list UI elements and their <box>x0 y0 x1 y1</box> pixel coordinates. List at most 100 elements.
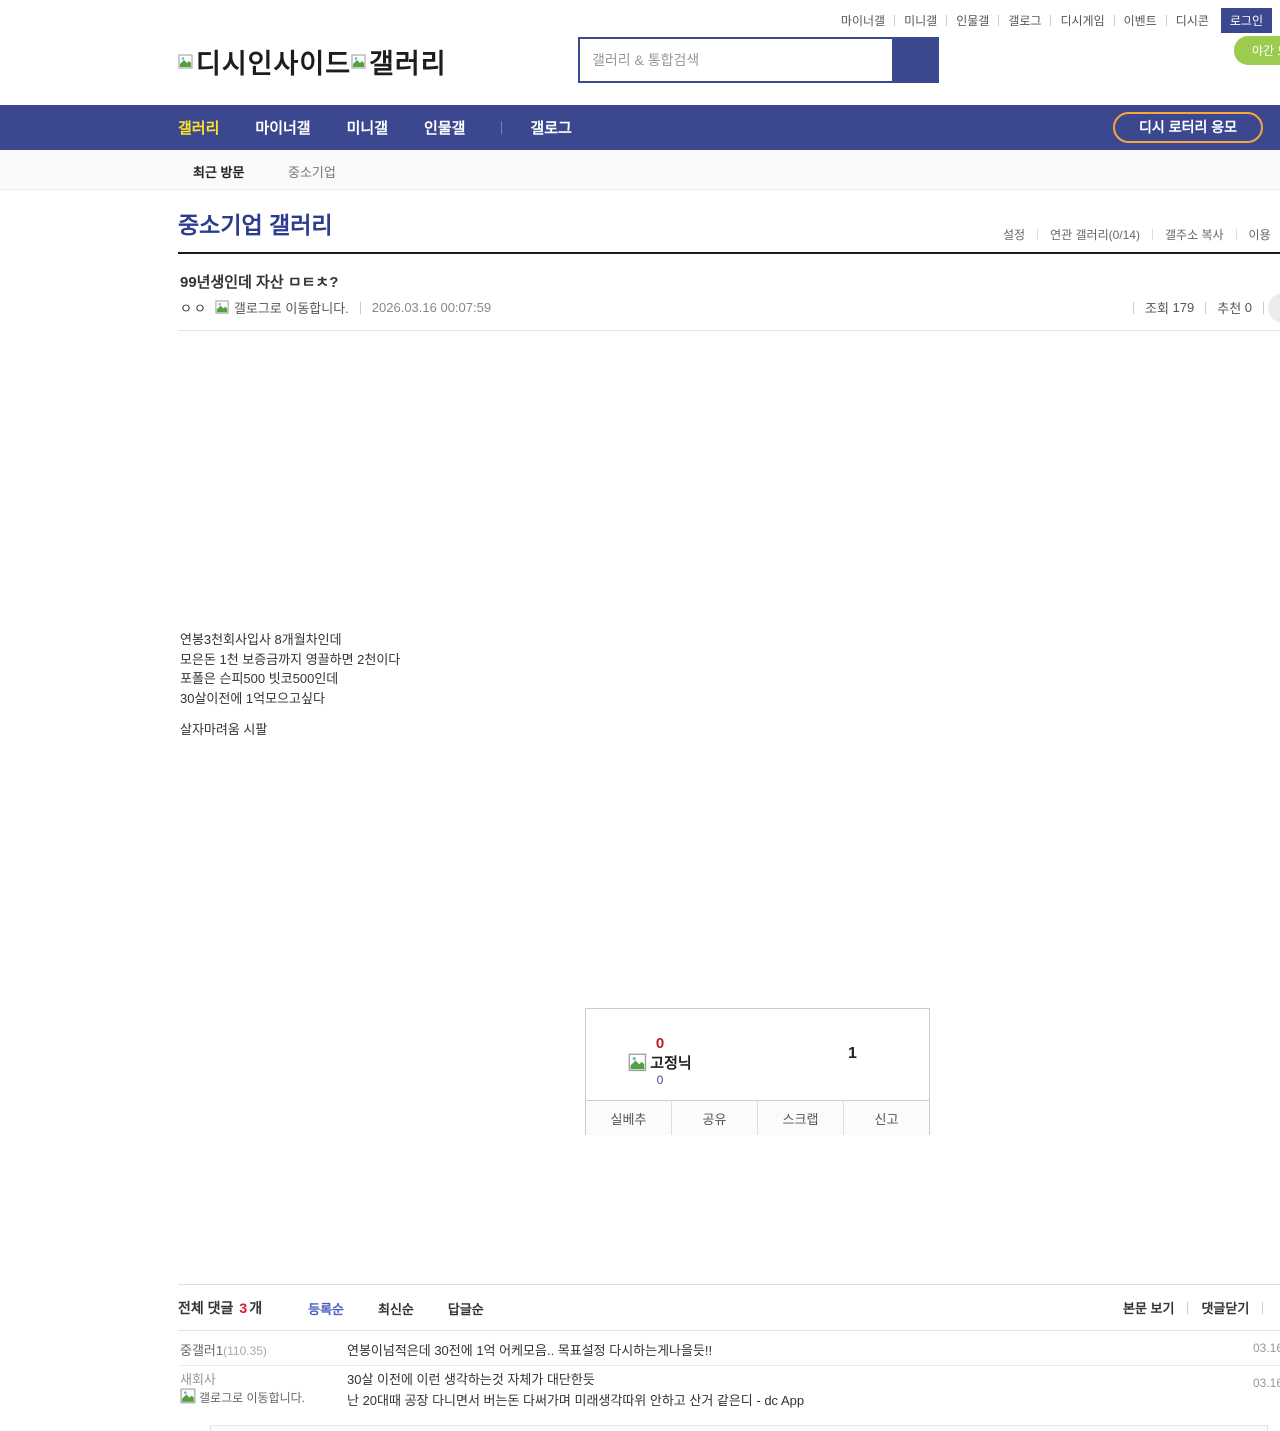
related-galleries-link[interactable]: 연관 갤러리(0/14) <box>1050 226 1140 243</box>
divider <box>178 1284 1280 1285</box>
divider <box>1037 229 1038 240</box>
main-nav-items: 갤러리 마이너갤 미니갤 인물갤 갤로그 <box>0 105 1280 150</box>
scrap-button[interactable]: 스크랩 <box>757 1101 843 1135</box>
nav-item-minigall[interactable]: 미니갤 <box>347 117 388 138</box>
divider <box>894 15 895 26</box>
fixed-nick-label: 고정닉 <box>650 1052 691 1073</box>
topbar-link-dcgame[interactable]: 디시게임 <box>1060 12 1104 29</box>
vote-box: 0 고정닉 0 1 실베추 공유 스크랩 신고 <box>585 1008 930 1135</box>
upvote-count: 0 <box>624 1035 696 1052</box>
vote-side-count: 1 <box>848 1045 857 1063</box>
divider <box>1166 15 1167 26</box>
sort-reply-order[interactable]: 답글순 <box>448 1299 484 1318</box>
divider <box>946 15 947 26</box>
divider <box>1133 302 1134 314</box>
divider <box>1050 15 1051 26</box>
post-stats: 조회 179 추천 0 <box>1122 298 1275 317</box>
breadcrumb-current-gallery[interactable]: 중소기업 <box>288 162 336 181</box>
divider <box>501 121 502 134</box>
post-body-line: 연봉3천회사입사 8개월차인데 <box>180 630 400 650</box>
sort-registered-order[interactable]: 등록순 <box>308 1299 344 1318</box>
breadcrumb-recent-visit[interactable]: 최근 방문 <box>193 162 244 181</box>
dc-lottery-button[interactable]: 디시 로터리 응모 <box>1113 112 1263 143</box>
vote-cluster: 0 고정닉 0 <box>624 1035 696 1087</box>
page: 마이너갤 미니갤 인물갤 갤로그 디시게임 이벤트 디시콘 로그인 야간 도 디… <box>0 0 1280 1431</box>
comment-author[interactable]: 새회사 갤로그로 이동합니다. <box>180 1372 320 1406</box>
post-body-line: 모은돈 1천 보증금까지 영끌하면 2천이다 <box>180 650 400 670</box>
vote-box-top: 0 고정닉 0 1 <box>586 1009 929 1100</box>
view-count: 179 <box>1173 300 1195 315</box>
comment-author-nick: 중갤러1 <box>180 1343 223 1358</box>
site-logo[interactable]: 디시인사이드 갤러리 <box>178 42 447 81</box>
broken-image-icon <box>180 1388 197 1405</box>
search-box <box>578 37 939 83</box>
comment-author-nick: 새회사 <box>180 1372 216 1387</box>
site-logo-text: 디시인사이드 <box>196 42 351 81</box>
divider <box>998 15 999 26</box>
divider <box>1263 302 1264 314</box>
breadcrumb: 최근 방문 중소기업 <box>0 150 1280 190</box>
nav-item-gallog[interactable]: 갤로그 <box>530 117 571 138</box>
comment-input-box[interactable] <box>210 1425 1268 1431</box>
share-button[interactable]: 공유 <box>671 1101 757 1135</box>
comment-list: 중갤러1(110.35) 연봉이넘적은데 30전에 1억 어케모음.. 목표설정… <box>178 1330 1280 1425</box>
silbechu-button[interactable]: 실베추 <box>586 1101 671 1135</box>
comment-text: 30살 이전에 이런 생각하는것 자체가 대단한듯 난 20대때 공장 다니면서… <box>347 1369 804 1411</box>
comment-text-line: 30살 이전에 이런 생각하는것 자체가 대단한듯 <box>347 1372 595 1387</box>
main-nav: 갤러리 마이너갤 미니갤 인물갤 갤로그 디시 로터리 응모 <box>0 105 1280 150</box>
copy-gallery-url-link[interactable]: 갤주소 복사 <box>1165 226 1224 243</box>
gallery-header-links: 설정 연관 갤러리(0/14) 갤주소 복사 이용 <box>1003 226 1271 243</box>
vote-buttons: 실베추 공유 스크랩 신고 <box>586 1100 929 1135</box>
night-mode-badge[interactable]: 야간 도 <box>1234 36 1280 65</box>
comments-count-unit: 개 <box>249 1298 262 1318</box>
settings-link[interactable]: 설정 <box>1003 226 1025 243</box>
comment-author-ip: (110.35) <box>223 1344 267 1358</box>
recommend-count-label: 추천 <box>1217 298 1241 317</box>
downvote-count: 0 <box>624 1073 696 1087</box>
divider <box>1236 229 1237 240</box>
sort-newest-order[interactable]: 최신순 <box>378 1299 414 1318</box>
divider <box>1152 229 1153 240</box>
divider <box>1114 15 1115 26</box>
view-post-link[interactable]: 본문 보기 <box>1123 1298 1174 1317</box>
comment-author[interactable]: 중갤러1(110.35) <box>180 1340 267 1359</box>
topbar-link-persongall[interactable]: 인물갤 <box>956 12 989 29</box>
broken-image-icon <box>178 54 194 70</box>
divider <box>1262 1302 1263 1314</box>
top-utility-bar: 마이너갤 미니갤 인물갤 갤로그 디시게임 이벤트 디시콘 로그인 <box>841 8 1272 33</box>
report-button[interactable]: 신고 <box>843 1101 929 1135</box>
divider <box>178 252 1280 254</box>
comment-sort-options: 등록순 최신순 답글순 <box>308 1299 518 1318</box>
comment-text: 연봉이넘적은데 30전에 1억 어케모음.. 목표설정 다시하는게나을듯!! <box>347 1340 712 1361</box>
divider <box>1205 302 1206 314</box>
post-body-line: 포폴은 슨피500 빗코500인데 <box>180 669 400 689</box>
comments-header-right: 본문 보기 댓글닫기 <box>1123 1298 1276 1317</box>
gallog-link[interactable]: 갤로그로 이동합니다. <box>234 298 349 317</box>
nav-item-minorgall[interactable]: 마이너갤 <box>255 117 310 138</box>
search-button[interactable] <box>892 39 937 81</box>
close-comments-link[interactable]: 댓글닫기 <box>1201 1298 1249 1317</box>
topbar-link-minigall[interactable]: 미니갤 <box>904 12 937 29</box>
comment-gallog-link[interactable]: 갤로그로 이동합니다. <box>199 1391 305 1405</box>
post-body-line: 살자마려움 시팔 <box>180 720 400 740</box>
post-author[interactable]: ㅇㅇ <box>180 298 208 317</box>
broken-image-icon <box>628 1053 648 1073</box>
nav-item-gallery[interactable]: 갤러리 <box>178 117 219 138</box>
broken-image-icon <box>215 300 230 315</box>
comments-header: 전체 댓글 3 개 등록순 최신순 답글순 <box>178 1298 518 1318</box>
topbar-link-gallog[interactable]: 갤로그 <box>1008 12 1041 29</box>
divider <box>1187 1302 1188 1314</box>
topbar-link-event[interactable]: 이벤트 <box>1124 12 1157 29</box>
fixed-nick-upvote-button[interactable]: 고정닉 <box>624 1052 696 1073</box>
topbar-link-dccon[interactable]: 디시콘 <box>1176 12 1209 29</box>
gallery-logo-text: 갤러리 <box>369 42 447 81</box>
topbar-link-minorgall[interactable]: 마이너갤 <box>841 12 885 29</box>
post-body-line: 30살이전에 1억모으고싶다 <box>180 689 400 709</box>
nav-item-persongall[interactable]: 인물갤 <box>424 117 465 138</box>
post-title: 99년생인데 자산 ㅁㅌㅊ? <box>180 271 338 292</box>
post-body: 연봉3천회사입사 8개월차인데 모은돈 1천 보증금까지 영끌하면 2천이다 포… <box>180 630 400 740</box>
login-button[interactable]: 로그인 <box>1221 8 1272 33</box>
usage-guide-link[interactable]: 이용 <box>1249 226 1271 243</box>
post-meta: ㅇㅇ 갤로그로 이동합니다. 2026.03.16 00:07:59 <box>180 298 491 317</box>
search-input[interactable] <box>580 39 892 81</box>
